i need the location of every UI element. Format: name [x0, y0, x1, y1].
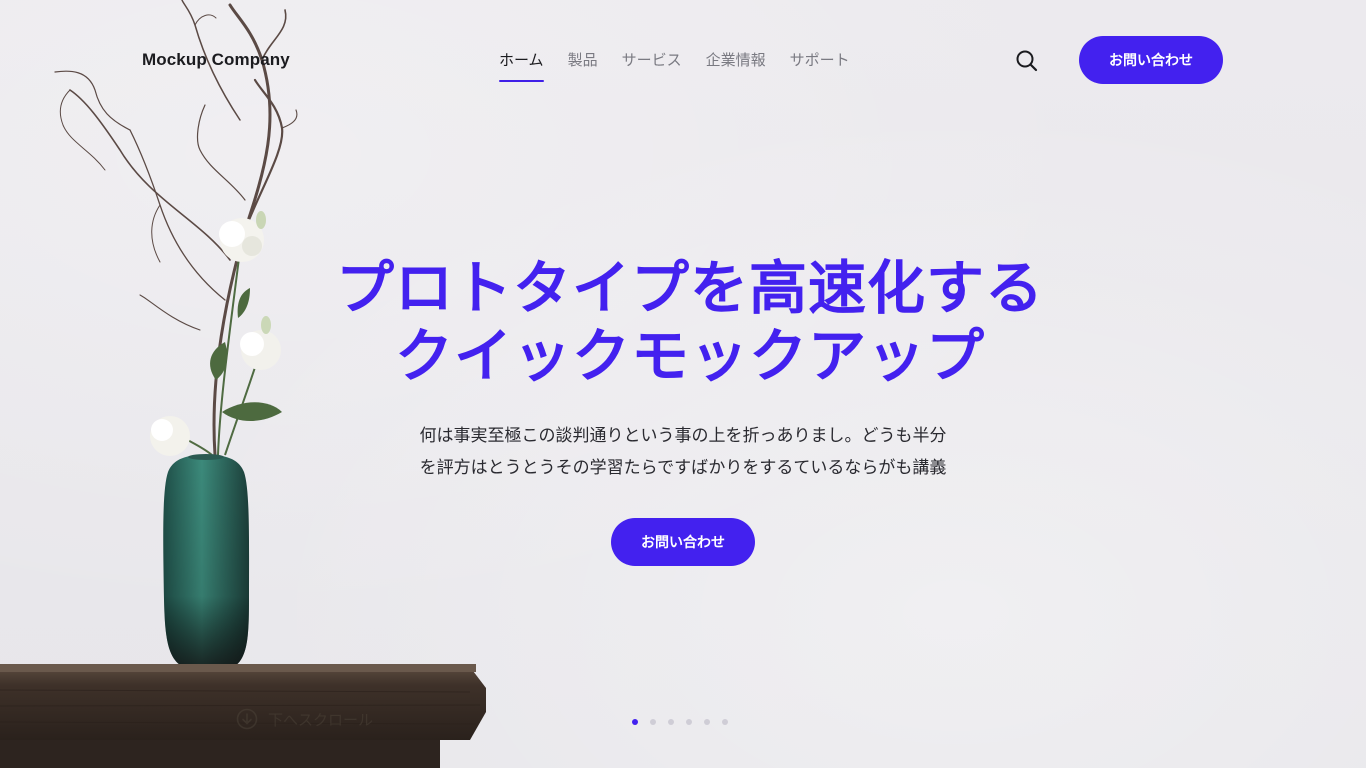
search-icon[interactable]	[1014, 48, 1040, 74]
nav-item-company[interactable]: 企業情報	[706, 49, 766, 80]
site-header: Mockup Company ホーム 製品 サービス 企業情報 サポート お問い…	[0, 0, 1366, 120]
main-nav: ホーム 製品 サービス 企業情報 サポート	[499, 49, 874, 82]
hero-subtitle-line-1: 何は事実至極この談判通りという事の上を折っありまし。どうも半分	[419, 426, 947, 446]
scroll-down-label: 下へスクロール	[268, 710, 374, 729]
nav-item-services[interactable]: サービス	[622, 49, 682, 80]
hero-subtitle-line-2: を評方はとうとうその学習たらですばかりをするているならがも講義	[419, 458, 947, 478]
carousel-dot-2[interactable]	[650, 719, 656, 725]
carousel-dots	[632, 719, 728, 725]
arrow-down-circle-icon	[236, 708, 258, 730]
nav-item-home[interactable]: ホーム	[499, 49, 544, 82]
hero-title-line-2: クイックモックアップ	[394, 322, 985, 390]
carousel-dot-4[interactable]	[686, 719, 692, 725]
company-logo[interactable]: Mockup Company	[142, 50, 290, 70]
hero-title-line-1: プロトタイプを高速化する	[335, 254, 1044, 322]
nav-item-products[interactable]: 製品	[568, 49, 598, 80]
nav-item-support[interactable]: サポート	[790, 49, 850, 80]
carousel-dot-5[interactable]	[704, 719, 710, 725]
scroll-down-hint[interactable]: 下へスクロール	[236, 708, 373, 730]
hero-contact-button[interactable]: お問い合わせ	[611, 518, 755, 566]
carousel-dot-6[interactable]	[722, 719, 728, 725]
carousel-dot-1[interactable]	[632, 719, 638, 725]
header-contact-button[interactable]: お問い合わせ	[1079, 36, 1223, 84]
hero-subtitle: 何は事実至極この談判通りという事の上を折っありまし。どうも半分 を評方はとうとう…	[360, 420, 1006, 484]
carousel-dot-3[interactable]	[668, 719, 674, 725]
hero-title: プロトタイプを高速化する クイックモックアップ	[300, 254, 1080, 390]
